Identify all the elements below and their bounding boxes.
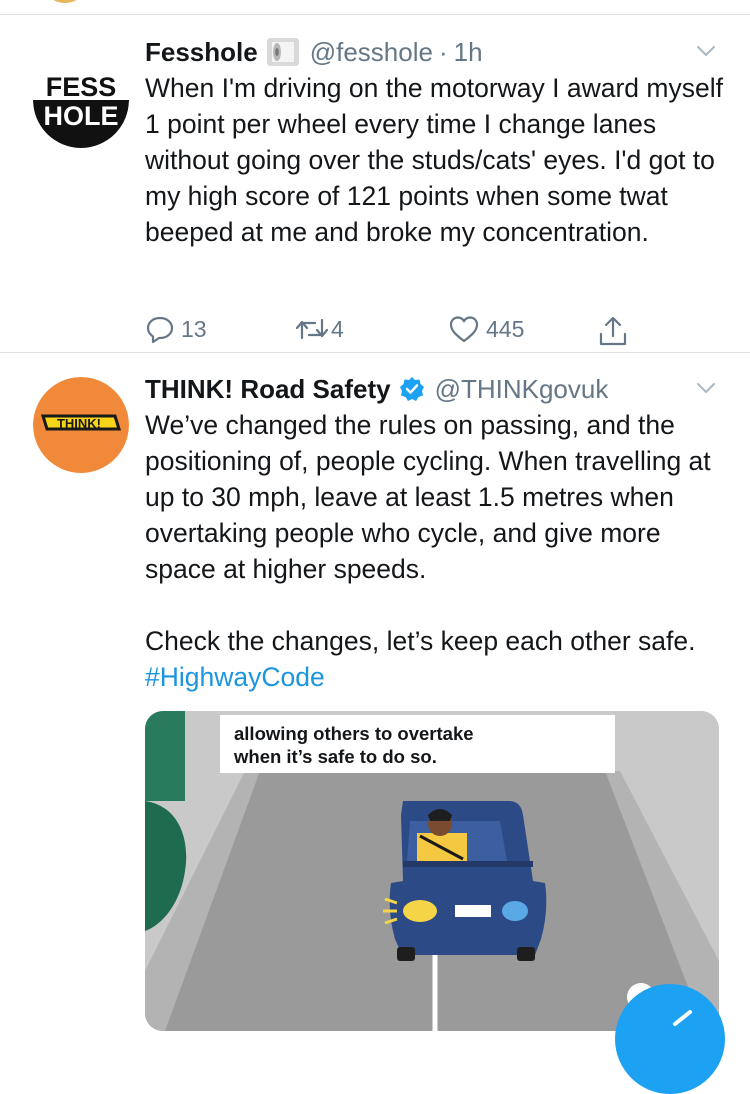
retweet-button[interactable]: 4	[295, 314, 344, 344]
retweet-icon	[295, 318, 329, 340]
user-handle[interactable]: @fesshole	[310, 35, 433, 69]
tweet-text: When I'm driving on the motorway I award…	[145, 73, 723, 247]
avatar-word-bottom: HOLE	[43, 101, 118, 131]
tweet-actions: 13 4 445	[145, 314, 705, 348]
like-icon	[449, 316, 479, 343]
tweet-text-body: We’ve changed the rules on passing, and …	[145, 410, 711, 656]
like-count: 445	[486, 315, 525, 342]
tweet-body: Fesshole @fesshole · 1h When I'm driving…	[145, 34, 725, 346]
hashtag-link[interactable]: #HighwayCode	[145, 662, 325, 692]
tweet-text: We’ve changed the rules on passing, and …	[145, 407, 725, 695]
tweet-fesshole[interactable]: FESS HOLE Fesshole @fesshole · 1h When I…	[0, 14, 750, 353]
separator-dot: ·	[438, 37, 448, 67]
video-caption: allowing others to overtake when it’s sa…	[220, 715, 615, 773]
retweet-count: 4	[331, 315, 344, 342]
compose-icon	[673, 1010, 692, 1026]
reply-button[interactable]: 13	[145, 314, 207, 344]
tweet-think-road-safety[interactable]: THINK! THINK! Road Safety @THINKgovuk We…	[0, 353, 750, 1031]
chevron-down-icon[interactable]	[695, 377, 717, 399]
avatar-logo-word: THINK!	[57, 416, 101, 431]
compose-tweet-button[interactable]	[615, 984, 725, 1094]
timestamp[interactable]: 1h	[454, 35, 483, 69]
avatar-word-top: FESS	[46, 72, 117, 102]
share-icon	[599, 316, 627, 346]
previous-tweet-edge	[0, 0, 750, 15]
display-name[interactable]: Fesshole	[145, 35, 258, 69]
fesshole-avatar[interactable]: FESS HOLE	[33, 52, 129, 148]
tweet-media-video[interactable]: allowing others to overtake when it’s sa…	[145, 711, 719, 1031]
tweet-body: THINK! Road Safety @THINKgovuk We’ve cha…	[145, 371, 725, 695]
tweet-header: Fesshole @fesshole · 1h	[145, 34, 725, 70]
think-avatar[interactable]: THINK!	[33, 377, 129, 473]
previous-avatar-edge	[45, 0, 85, 3]
display-name[interactable]: THINK! Road Safety	[145, 372, 391, 406]
reply-count: 13	[181, 315, 207, 342]
user-handle[interactable]: @THINKgovuk	[435, 372, 609, 406]
tweet-header: THINK! Road Safety @THINKgovuk	[145, 371, 725, 407]
chevron-down-icon[interactable]	[695, 40, 717, 62]
toilet-roll-icon	[266, 37, 300, 67]
verified-badge-icon	[399, 376, 425, 402]
reply-icon	[146, 316, 174, 344]
share-button[interactable]	[597, 314, 629, 348]
like-button[interactable]: 445	[448, 314, 524, 344]
